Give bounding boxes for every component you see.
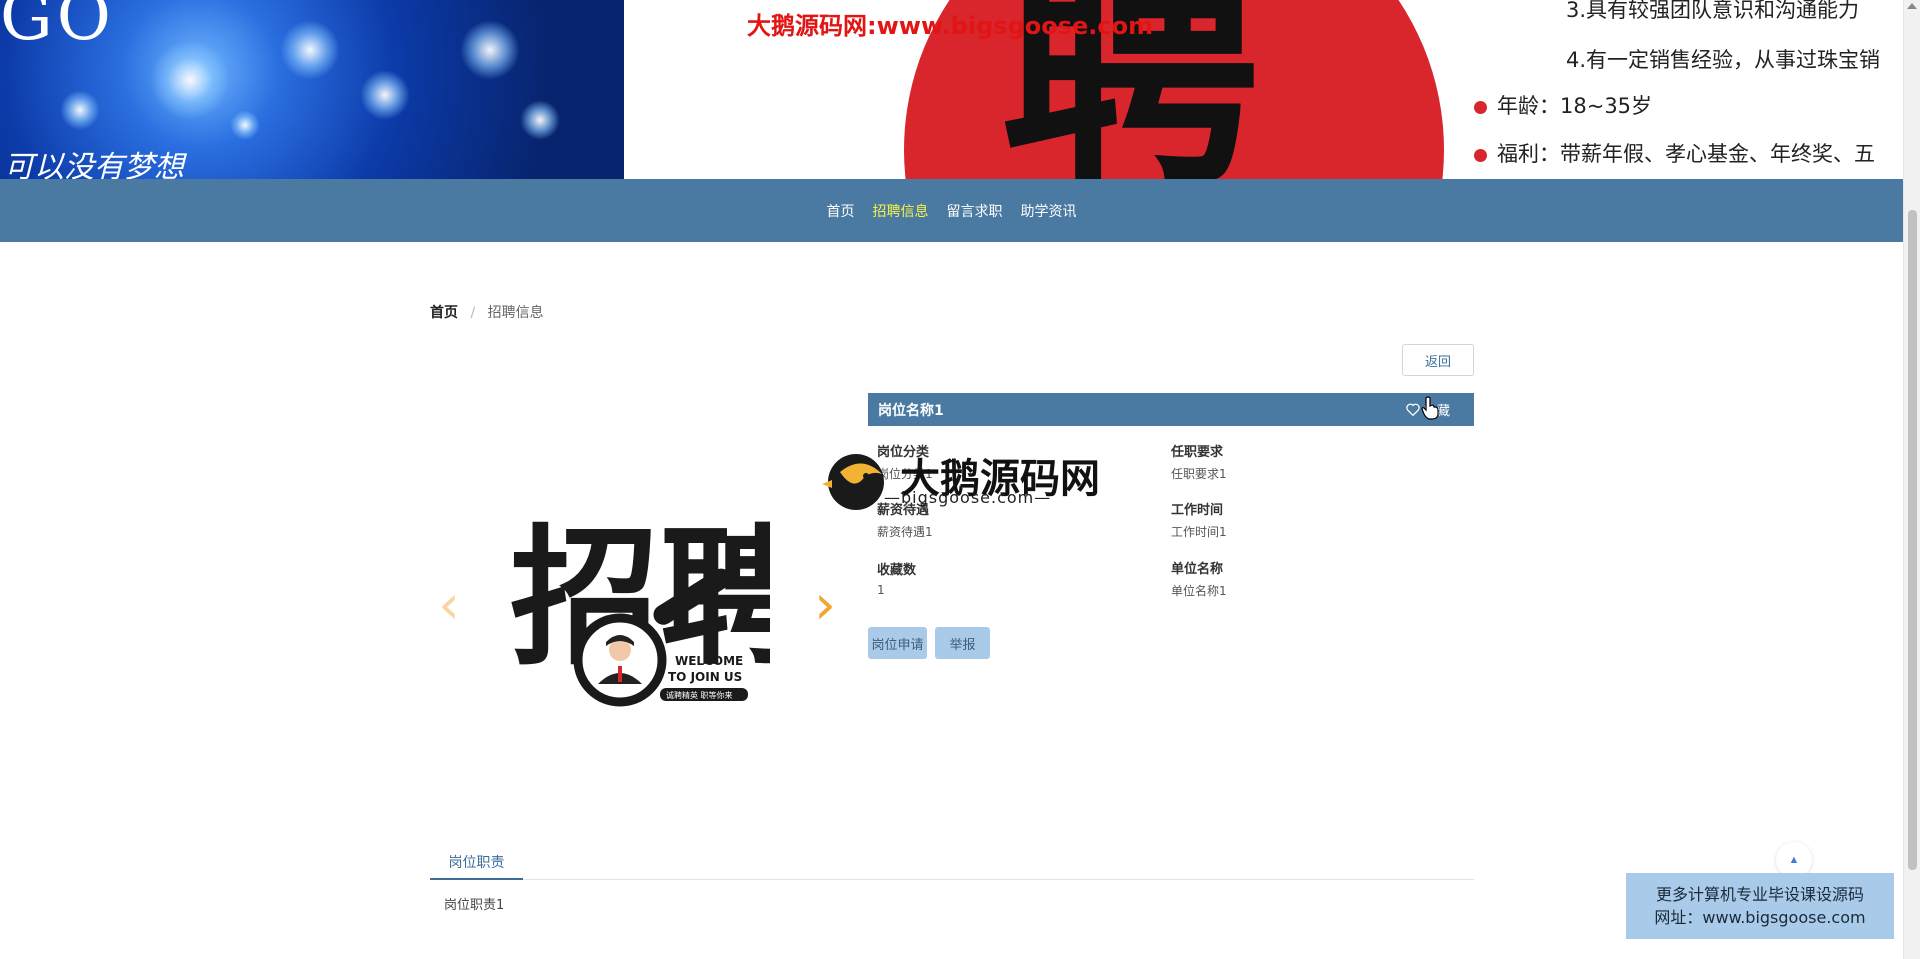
banner-line-4: 福利：带薪年假、孝心基金、年终奖、五 bbox=[1497, 142, 1875, 166]
nav-study-news[interactable]: 助学资讯 bbox=[1021, 201, 1077, 221]
field-value: 工作时间1 bbox=[1171, 525, 1227, 539]
graphic-sub1: WELCOME bbox=[675, 654, 743, 668]
breadcrumb-home[interactable]: 首页 bbox=[430, 305, 458, 321]
top-banner: GO 可以没有梦想 聘 大鹅源码网:www.bigsgoose.com 3.具有… bbox=[0, 0, 1903, 179]
promo-box[interactable]: 更多计算机专业毕设课设源码 网址：www.bigsgoose.com bbox=[1626, 873, 1894, 939]
field-company: 单位名称 单位名称1 bbox=[1171, 558, 1431, 599]
page-scrollbar[interactable] bbox=[1903, 0, 1920, 959]
banner-watermark: 大鹅源码网:www.bigsgoose.com bbox=[747, 12, 1154, 40]
tab-job-duties[interactable]: 岗位职责 bbox=[430, 845, 523, 880]
field-label: 单位名称 bbox=[1171, 562, 1224, 577]
banner-slogan: 可以没有梦想 bbox=[4, 150, 184, 179]
banner-left-image: GO 可以没有梦想 bbox=[0, 0, 624, 179]
field-value: 薪资待遇1 bbox=[877, 525, 933, 539]
back-button[interactable]: 返回 bbox=[1402, 344, 1474, 376]
field-work-time: 工作时间 工作时间1 bbox=[1171, 499, 1431, 540]
main-nav: 首页 招聘信息 留言求职 助学资讯 bbox=[0, 179, 1903, 242]
heart-icon bbox=[1406, 403, 1420, 416]
field-label: 任职要求 bbox=[1171, 445, 1224, 460]
bullet-icon bbox=[1474, 148, 1487, 162]
nav-recruitment-info[interactable]: 招聘信息 bbox=[873, 201, 929, 221]
nav-home[interactable]: 首页 bbox=[827, 201, 855, 221]
graphic-tag: 诚聘精英 职等你来 bbox=[666, 690, 733, 700]
field-requirements: 任职要求 任职要求1 bbox=[1171, 441, 1431, 482]
graphic-sub2: TO JOIN US bbox=[668, 670, 742, 684]
field-value: 1 bbox=[877, 583, 885, 597]
scroll-up-arrow-icon[interactable] bbox=[1907, 3, 1917, 9]
field-value: 任职要求1 bbox=[1171, 467, 1227, 481]
job-title: 岗位名称1 bbox=[878, 402, 944, 419]
apply-button[interactable]: 岗位申请 bbox=[868, 627, 927, 659]
detail-tabs: 岗位职责 bbox=[430, 845, 1474, 880]
job-title-bar: 岗位名称1 收藏 bbox=[868, 393, 1474, 426]
carousel-next-button[interactable]: › bbox=[810, 578, 840, 632]
image-carousel: ‹ 招聘 WELCOME TO JOIN US 诚聘精英 职等你来 › bbox=[430, 400, 850, 820]
field-favorite-count: 收藏数 1 bbox=[877, 559, 1137, 597]
scroll-thumb[interactable] bbox=[1908, 210, 1917, 870]
nav-message-job[interactable]: 留言求职 bbox=[947, 201, 1003, 221]
hand-cursor-icon bbox=[1421, 396, 1439, 420]
banner-line-3: 年龄：18~35岁 bbox=[1497, 94, 1653, 118]
arrow-up-icon: ▲ bbox=[1788, 854, 1800, 866]
bullet-icon bbox=[1474, 100, 1487, 114]
breadcrumb-current: 招聘信息 bbox=[487, 305, 544, 321]
watermark-site: —bigsgoose.com— bbox=[884, 488, 1052, 507]
banner-go-text: GO bbox=[0, 0, 115, 55]
banner-line-1: 3.具有较强团队意识和沟通能力 bbox=[1566, 0, 1860, 22]
promo-line-2: 网址：www.bigsgoose.com bbox=[1654, 908, 1866, 927]
field-label: 收藏数 bbox=[877, 563, 917, 578]
tab-content: 岗位职责1 bbox=[444, 898, 505, 913]
recruitment-image: 招聘 WELCOME TO JOIN US 诚聘精英 职等你来 bbox=[510, 512, 770, 707]
site-watermark: 大鹅源码网 —bigsgoose.com— bbox=[822, 446, 1102, 518]
breadcrumb: 首页 / 招聘信息 bbox=[430, 302, 544, 322]
carousel-prev-button[interactable]: ‹ bbox=[434, 578, 464, 632]
field-value: 单位名称1 bbox=[1171, 584, 1227, 598]
promo-line-1: 更多计算机专业毕设课设源码 bbox=[1655, 885, 1864, 904]
banner-right-text: 3.具有较强团队意识和沟通能力 4.有一定销售经验，从事过珠宝销 年龄：18~3… bbox=[1470, 0, 1903, 179]
breadcrumb-separator: / bbox=[470, 305, 476, 321]
banner-line-2: 4.有一定销售经验，从事过珠宝销 bbox=[1566, 48, 1881, 72]
report-button[interactable]: 举报 bbox=[935, 627, 990, 659]
field-label: 工作时间 bbox=[1171, 503, 1224, 518]
